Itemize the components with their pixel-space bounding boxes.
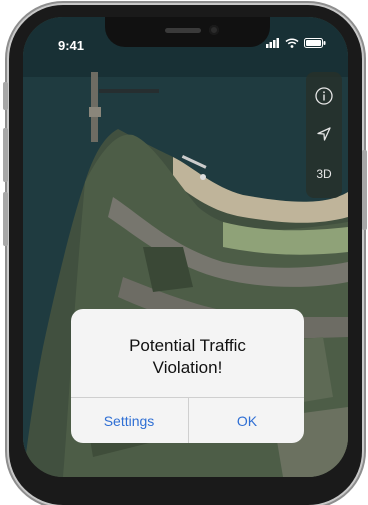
volume-down-button — [3, 192, 8, 246]
info-icon — [315, 87, 333, 105]
signal-icon — [266, 38, 279, 48]
info-button[interactable] — [306, 78, 342, 114]
phone-screen: 9:41 3D Potential Traffic Violation! Set… — [23, 17, 348, 477]
location-button[interactable] — [306, 116, 342, 152]
wifi-icon — [285, 38, 299, 48]
settings-button[interactable]: Settings — [71, 398, 187, 443]
alert-title-text: Potential Traffic Violation! — [129, 336, 246, 377]
notch — [105, 17, 270, 47]
battery-icon — [304, 38, 326, 48]
ok-button-label: OK — [236, 412, 258, 429]
location-arrow-icon — [317, 127, 331, 141]
status-time: 9:41 — [58, 38, 85, 53]
alert-title: Potential Traffic Violation! — [71, 335, 304, 379]
settings-button-label: Settings — [103, 412, 155, 429]
volume-up-button — [3, 128, 8, 182]
mute-switch — [3, 82, 8, 110]
power-button — [362, 150, 367, 230]
front-camera — [209, 25, 219, 35]
3d-label: 3D — [316, 167, 332, 181]
3d-button[interactable]: 3D — [306, 156, 342, 192]
map-controls: 3D — [306, 72, 342, 198]
status-icons — [266, 38, 326, 48]
ok-button[interactable]: OK — [189, 398, 304, 443]
speaker — [165, 28, 201, 33]
traffic-violation-alert: Potential Traffic Violation! Settings OK — [71, 309, 304, 443]
